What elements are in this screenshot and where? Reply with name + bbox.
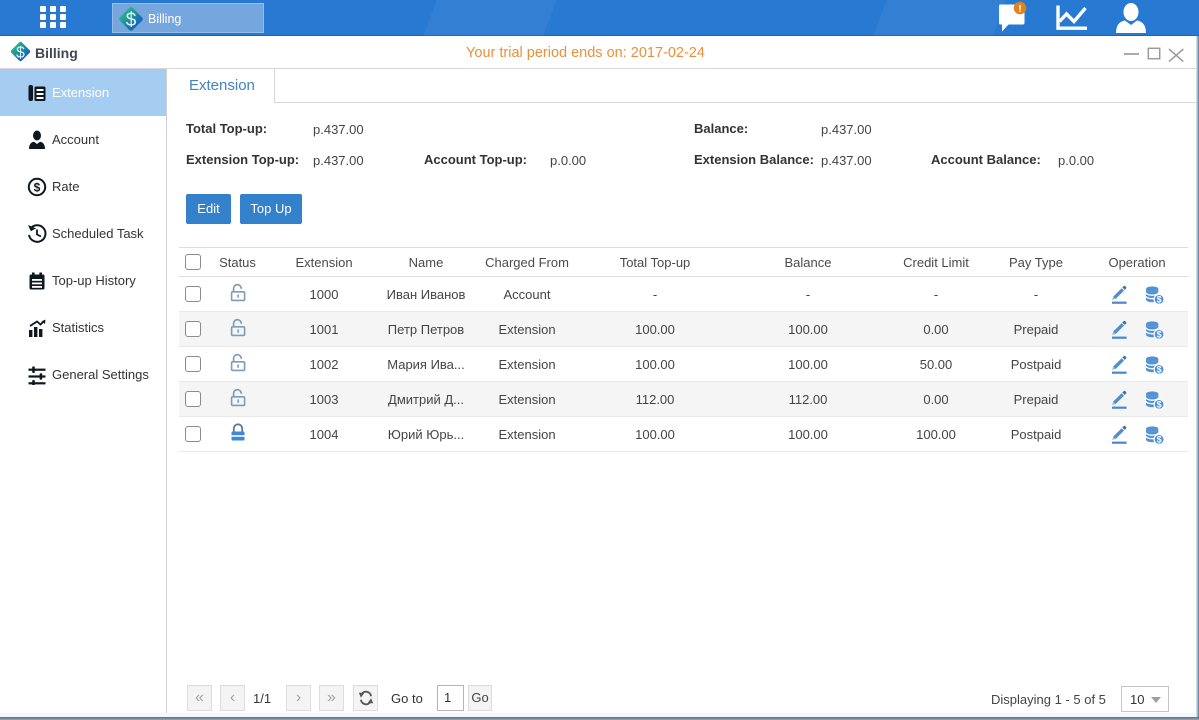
svg-text:$: $	[34, 181, 41, 195]
svg-text:$: $	[126, 10, 137, 31]
svg-text:!: !	[1018, 4, 1021, 15]
